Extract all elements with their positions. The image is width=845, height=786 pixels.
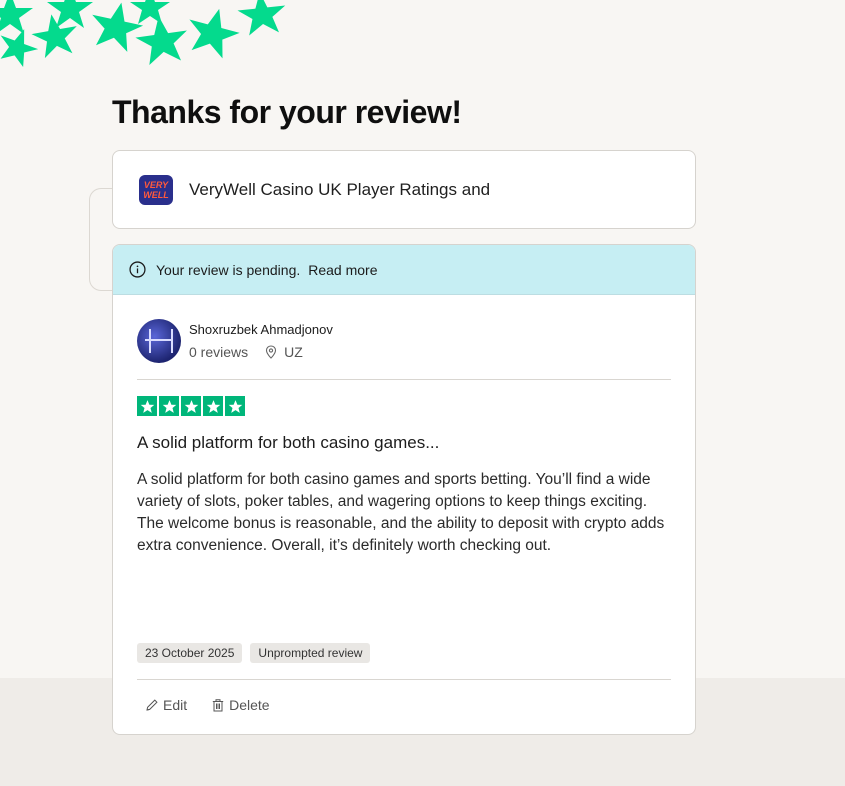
review-tags: 23 October 2025 Unprompted review <box>137 643 371 663</box>
logo-text-top: VERY <box>143 179 169 190</box>
review-count: 0 reviews <box>189 344 249 360</box>
review-date-tag: 23 October 2025 <box>137 643 243 663</box>
decor-star-icon <box>0 0 33 34</box>
review-card: Your review is pending. Read more Shoxru… <box>112 244 696 735</box>
reviewer-country: UZ <box>284 344 303 360</box>
reviewer-info: Shoxruzbek Ahmadjonov 0 reviews UZ <box>137 319 333 363</box>
decorative-stars <box>0 0 286 68</box>
delete-label: Delete <box>229 697 270 713</box>
logo-text-bottom: WELL <box>143 189 169 200</box>
page: Thanks for your review! VERY WELL VeryWe… <box>0 0 845 786</box>
reviewer-name[interactable]: Shoxruzbek Ahmadjonov <box>189 322 333 337</box>
decor-star-icon <box>237 0 286 36</box>
info-icon <box>129 261 146 278</box>
business-card[interactable]: VERY WELL VeryWell Casino UK Player Rati… <box>112 150 696 229</box>
rating-star-icon <box>225 396 245 416</box>
pending-banner: Your review is pending. Read more <box>113 245 695 295</box>
business-logo: VERY WELL <box>139 174 173 205</box>
read-more-link[interactable]: Read more <box>308 262 377 278</box>
rating-star-icon <box>203 396 223 416</box>
edit-button[interactable]: Edit <box>145 697 187 713</box>
review-actions: Edit Delete <box>145 697 270 713</box>
decor-star-icon <box>130 0 170 24</box>
decor-star-icon <box>92 2 144 52</box>
delete-button[interactable]: Delete <box>211 697 270 713</box>
decor-star-icon <box>189 8 240 59</box>
unprompted-tag: Unprompted review <box>250 643 371 663</box>
divider <box>137 679 671 680</box>
page-title: Thanks for your review! <box>112 94 462 130</box>
rating-star-icon <box>159 396 179 416</box>
trash-icon <box>212 699 224 712</box>
business-name[interactable]: VeryWell Casino UK Player Ratings and <box>189 180 490 200</box>
pending-message: Your review is pending. <box>156 261 301 278</box>
edit-label: Edit <box>163 697 188 713</box>
star-rating <box>137 396 245 416</box>
review-title: A solid platform for both casino games..… <box>137 433 440 452</box>
review-body: A solid platform for both casino games a… <box>137 471 665 554</box>
rating-star-icon <box>181 396 201 416</box>
avatar[interactable] <box>137 319 181 363</box>
divider <box>137 379 671 380</box>
location-pin-icon <box>266 345 277 359</box>
pencil-icon <box>146 699 158 711</box>
rating-star-icon <box>137 396 157 416</box>
reviewer-meta: 0 reviews UZ <box>189 344 333 360</box>
